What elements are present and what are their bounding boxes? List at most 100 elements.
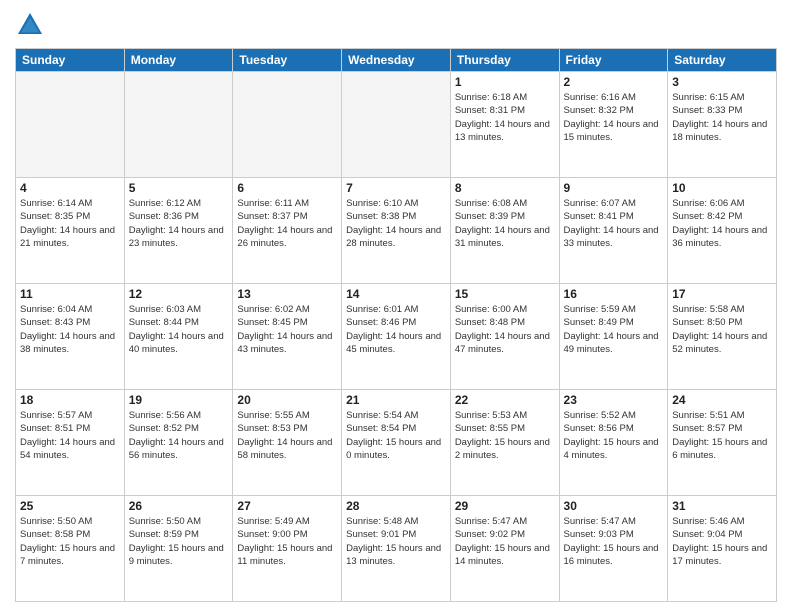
day-info: Sunrise: 6:03 AM Sunset: 8:44 PM Dayligh…	[129, 303, 229, 356]
day-info: Sunrise: 6:10 AM Sunset: 8:38 PM Dayligh…	[346, 197, 446, 250]
dow-header: Friday	[559, 49, 668, 72]
day-info: Sunrise: 5:48 AM Sunset: 9:01 PM Dayligh…	[346, 515, 446, 568]
day-number: 23	[564, 393, 664, 407]
calendar-cell: 15Sunrise: 6:00 AM Sunset: 8:48 PM Dayli…	[450, 284, 559, 390]
day-number: 9	[564, 181, 664, 195]
calendar-body: 1 Sunrise: 6:18 AM Sunset: 8:31 PM Daylig…	[16, 72, 777, 602]
calendar-cell: 22Sunrise: 5:53 AM Sunset: 8:55 PM Dayli…	[450, 390, 559, 496]
calendar-cell: 19Sunrise: 5:56 AM Sunset: 8:52 PM Dayli…	[124, 390, 233, 496]
calendar-cell: 2 Sunrise: 6:16 AM Sunset: 8:32 PM Daylig…	[559, 72, 668, 178]
day-number: 26	[129, 499, 229, 513]
calendar-cell: 31 Sunrise: 5:46 AM Sunset: 9:04 PM Dayli…	[668, 496, 777, 602]
day-number: 13	[237, 287, 337, 301]
calendar-week-row: 4 Sunrise: 6:14 AM Sunset: 8:35 PM Daylig…	[16, 178, 777, 284]
page: SundayMondayTuesdayWednesdayThursdayFrid…	[0, 0, 792, 612]
calendar-cell: 12Sunrise: 6:03 AM Sunset: 8:44 PM Dayli…	[124, 284, 233, 390]
logo-icon	[15, 10, 45, 40]
calendar-cell: 25 Sunrise: 5:50 AM Sunset: 8:58 PM Dayli…	[16, 496, 125, 602]
day-info: Sunrise: 5:57 AM Sunset: 8:51 PM Dayligh…	[20, 409, 120, 462]
day-info: Sunrise: 6:11 AM Sunset: 8:37 PM Dayligh…	[237, 197, 337, 250]
day-info: Sunrise: 5:55 AM Sunset: 8:53 PM Dayligh…	[237, 409, 337, 462]
day-info: Sunrise: 6:04 AM Sunset: 8:43 PM Dayligh…	[20, 303, 120, 356]
dow-header: Thursday	[450, 49, 559, 72]
days-of-week-row: SundayMondayTuesdayWednesdayThursdayFrid…	[16, 49, 777, 72]
day-number: 14	[346, 287, 446, 301]
day-number: 24	[672, 393, 772, 407]
day-info: Sunrise: 6:00 AM Sunset: 8:48 PM Dayligh…	[455, 303, 555, 356]
calendar-cell	[124, 72, 233, 178]
day-number: 30	[564, 499, 664, 513]
calendar-cell: 9 Sunrise: 6:07 AM Sunset: 8:41 PM Daylig…	[559, 178, 668, 284]
day-info: Sunrise: 5:47 AM Sunset: 9:03 PM Dayligh…	[564, 515, 664, 568]
calendar-cell	[342, 72, 451, 178]
calendar-cell: 16Sunrise: 5:59 AM Sunset: 8:49 PM Dayli…	[559, 284, 668, 390]
calendar-cell: 17 Sunrise: 5:58 AM Sunset: 8:50 PM Dayli…	[668, 284, 777, 390]
calendar-cell: 7 Sunrise: 6:10 AM Sunset: 8:38 PM Daylig…	[342, 178, 451, 284]
day-number: 27	[237, 499, 337, 513]
header	[15, 10, 777, 40]
calendar-cell: 21 Sunrise: 5:54 AM Sunset: 8:54 PM Dayli…	[342, 390, 451, 496]
calendar-week-row: 1 Sunrise: 6:18 AM Sunset: 8:31 PM Daylig…	[16, 72, 777, 178]
day-info: Sunrise: 5:52 AM Sunset: 8:56 PM Dayligh…	[564, 409, 664, 462]
day-info: Sunrise: 6:12 AM Sunset: 8:36 PM Dayligh…	[129, 197, 229, 250]
day-number: 6	[237, 181, 337, 195]
calendar-week-row: 11Sunrise: 6:04 AM Sunset: 8:43 PM Dayli…	[16, 284, 777, 390]
calendar-cell: 28 Sunrise: 5:48 AM Sunset: 9:01 PM Dayli…	[342, 496, 451, 602]
calendar-cell	[16, 72, 125, 178]
day-info: Sunrise: 6:14 AM Sunset: 8:35 PM Dayligh…	[20, 197, 120, 250]
calendar-cell: 26 Sunrise: 5:50 AM Sunset: 8:59 PM Dayli…	[124, 496, 233, 602]
calendar-cell: 8Sunrise: 6:08 AM Sunset: 8:39 PM Daylig…	[450, 178, 559, 284]
day-info: Sunrise: 6:15 AM Sunset: 8:33 PM Dayligh…	[672, 91, 772, 144]
day-info: Sunrise: 5:59 AM Sunset: 8:49 PM Dayligh…	[564, 303, 664, 356]
day-number: 29	[455, 499, 555, 513]
day-number: 25	[20, 499, 120, 513]
day-number: 5	[129, 181, 229, 195]
day-info: Sunrise: 5:56 AM Sunset: 8:52 PM Dayligh…	[129, 409, 229, 462]
day-info: Sunrise: 5:58 AM Sunset: 8:50 PM Dayligh…	[672, 303, 772, 356]
dow-header: Wednesday	[342, 49, 451, 72]
day-info: Sunrise: 6:07 AM Sunset: 8:41 PM Dayligh…	[564, 197, 664, 250]
calendar-cell: 1 Sunrise: 6:18 AM Sunset: 8:31 PM Daylig…	[450, 72, 559, 178]
day-number: 21	[346, 393, 446, 407]
day-info: Sunrise: 6:08 AM Sunset: 8:39 PM Dayligh…	[455, 197, 555, 250]
day-info: Sunrise: 6:06 AM Sunset: 8:42 PM Dayligh…	[672, 197, 772, 250]
calendar-cell: 30 Sunrise: 5:47 AM Sunset: 9:03 PM Dayli…	[559, 496, 668, 602]
day-info: Sunrise: 6:16 AM Sunset: 8:32 PM Dayligh…	[564, 91, 664, 144]
logo	[15, 10, 49, 40]
day-number: 20	[237, 393, 337, 407]
day-info: Sunrise: 5:54 AM Sunset: 8:54 PM Dayligh…	[346, 409, 446, 462]
calendar-cell: 5 Sunrise: 6:12 AM Sunset: 8:36 PM Daylig…	[124, 178, 233, 284]
day-number: 3	[672, 75, 772, 89]
day-info: Sunrise: 5:50 AM Sunset: 8:58 PM Dayligh…	[20, 515, 120, 568]
day-number: 31	[672, 499, 772, 513]
calendar-cell: 11Sunrise: 6:04 AM Sunset: 8:43 PM Dayli…	[16, 284, 125, 390]
dow-header: Monday	[124, 49, 233, 72]
day-info: Sunrise: 5:50 AM Sunset: 8:59 PM Dayligh…	[129, 515, 229, 568]
day-number: 4	[20, 181, 120, 195]
dow-header: Saturday	[668, 49, 777, 72]
calendar-cell: 29Sunrise: 5:47 AM Sunset: 9:02 PM Dayli…	[450, 496, 559, 602]
calendar-cell: 14 Sunrise: 6:01 AM Sunset: 8:46 PM Dayli…	[342, 284, 451, 390]
day-number: 10	[672, 181, 772, 195]
calendar-cell: 6 Sunrise: 6:11 AM Sunset: 8:37 PM Daylig…	[233, 178, 342, 284]
calendar-cell: 27Sunrise: 5:49 AM Sunset: 9:00 PM Dayli…	[233, 496, 342, 602]
calendar-cell: 20 Sunrise: 5:55 AM Sunset: 8:53 PM Dayli…	[233, 390, 342, 496]
calendar-table: SundayMondayTuesdayWednesdayThursdayFrid…	[15, 48, 777, 602]
calendar-week-row: 18 Sunrise: 5:57 AM Sunset: 8:51 PM Dayli…	[16, 390, 777, 496]
calendar-cell: 13Sunrise: 6:02 AM Sunset: 8:45 PM Dayli…	[233, 284, 342, 390]
day-number: 1	[455, 75, 555, 89]
day-number: 28	[346, 499, 446, 513]
dow-header: Sunday	[16, 49, 125, 72]
calendar-cell: 24Sunrise: 5:51 AM Sunset: 8:57 PM Dayli…	[668, 390, 777, 496]
calendar-cell: 3 Sunrise: 6:15 AM Sunset: 8:33 PM Daylig…	[668, 72, 777, 178]
calendar-cell: 10 Sunrise: 6:06 AM Sunset: 8:42 PM Dayli…	[668, 178, 777, 284]
day-number: 7	[346, 181, 446, 195]
calendar-cell: 18 Sunrise: 5:57 AM Sunset: 8:51 PM Dayli…	[16, 390, 125, 496]
calendar-cell: 4 Sunrise: 6:14 AM Sunset: 8:35 PM Daylig…	[16, 178, 125, 284]
day-info: Sunrise: 6:01 AM Sunset: 8:46 PM Dayligh…	[346, 303, 446, 356]
day-info: Sunrise: 6:18 AM Sunset: 8:31 PM Dayligh…	[455, 91, 555, 144]
day-info: Sunrise: 5:46 AM Sunset: 9:04 PM Dayligh…	[672, 515, 772, 568]
day-number: 2	[564, 75, 664, 89]
day-number: 18	[20, 393, 120, 407]
day-number: 17	[672, 287, 772, 301]
